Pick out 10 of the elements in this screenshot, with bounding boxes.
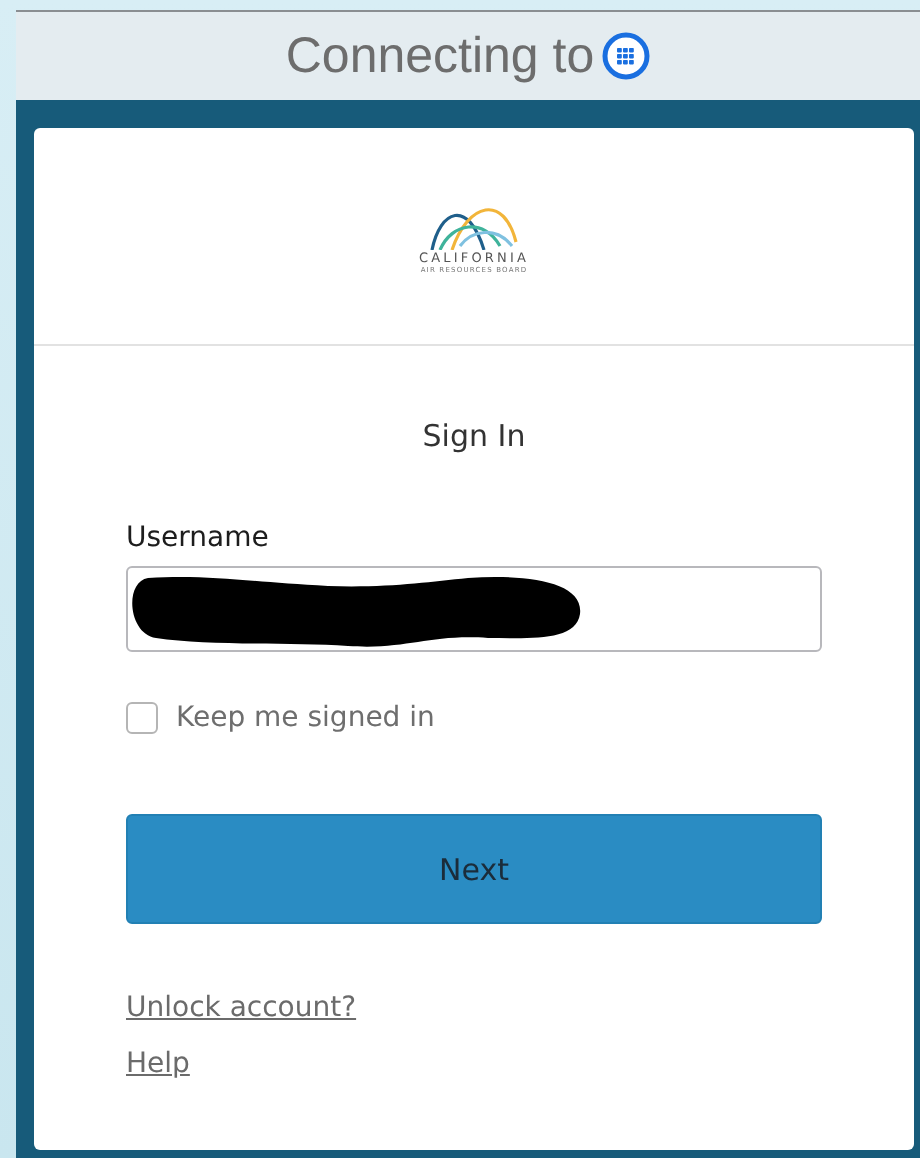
link[interactable]: Help	[126, 1048, 190, 1080]
keep-signed-in-checkbox[interactable]	[126, 702, 158, 734]
link[interactable]: Unlock account?	[126, 992, 357, 1024]
username-field[interactable]	[126, 566, 822, 652]
form-title: Sign In	[420, 418, 528, 454]
username-label: Username	[126, 522, 271, 554]
keep-signed-in-label: Keep me signed in	[176, 702, 435, 734]
keypad-icon	[602, 32, 651, 80]
next-button[interactable]: Next	[126, 814, 822, 924]
header-title: Connecting to	[285, 27, 595, 85]
